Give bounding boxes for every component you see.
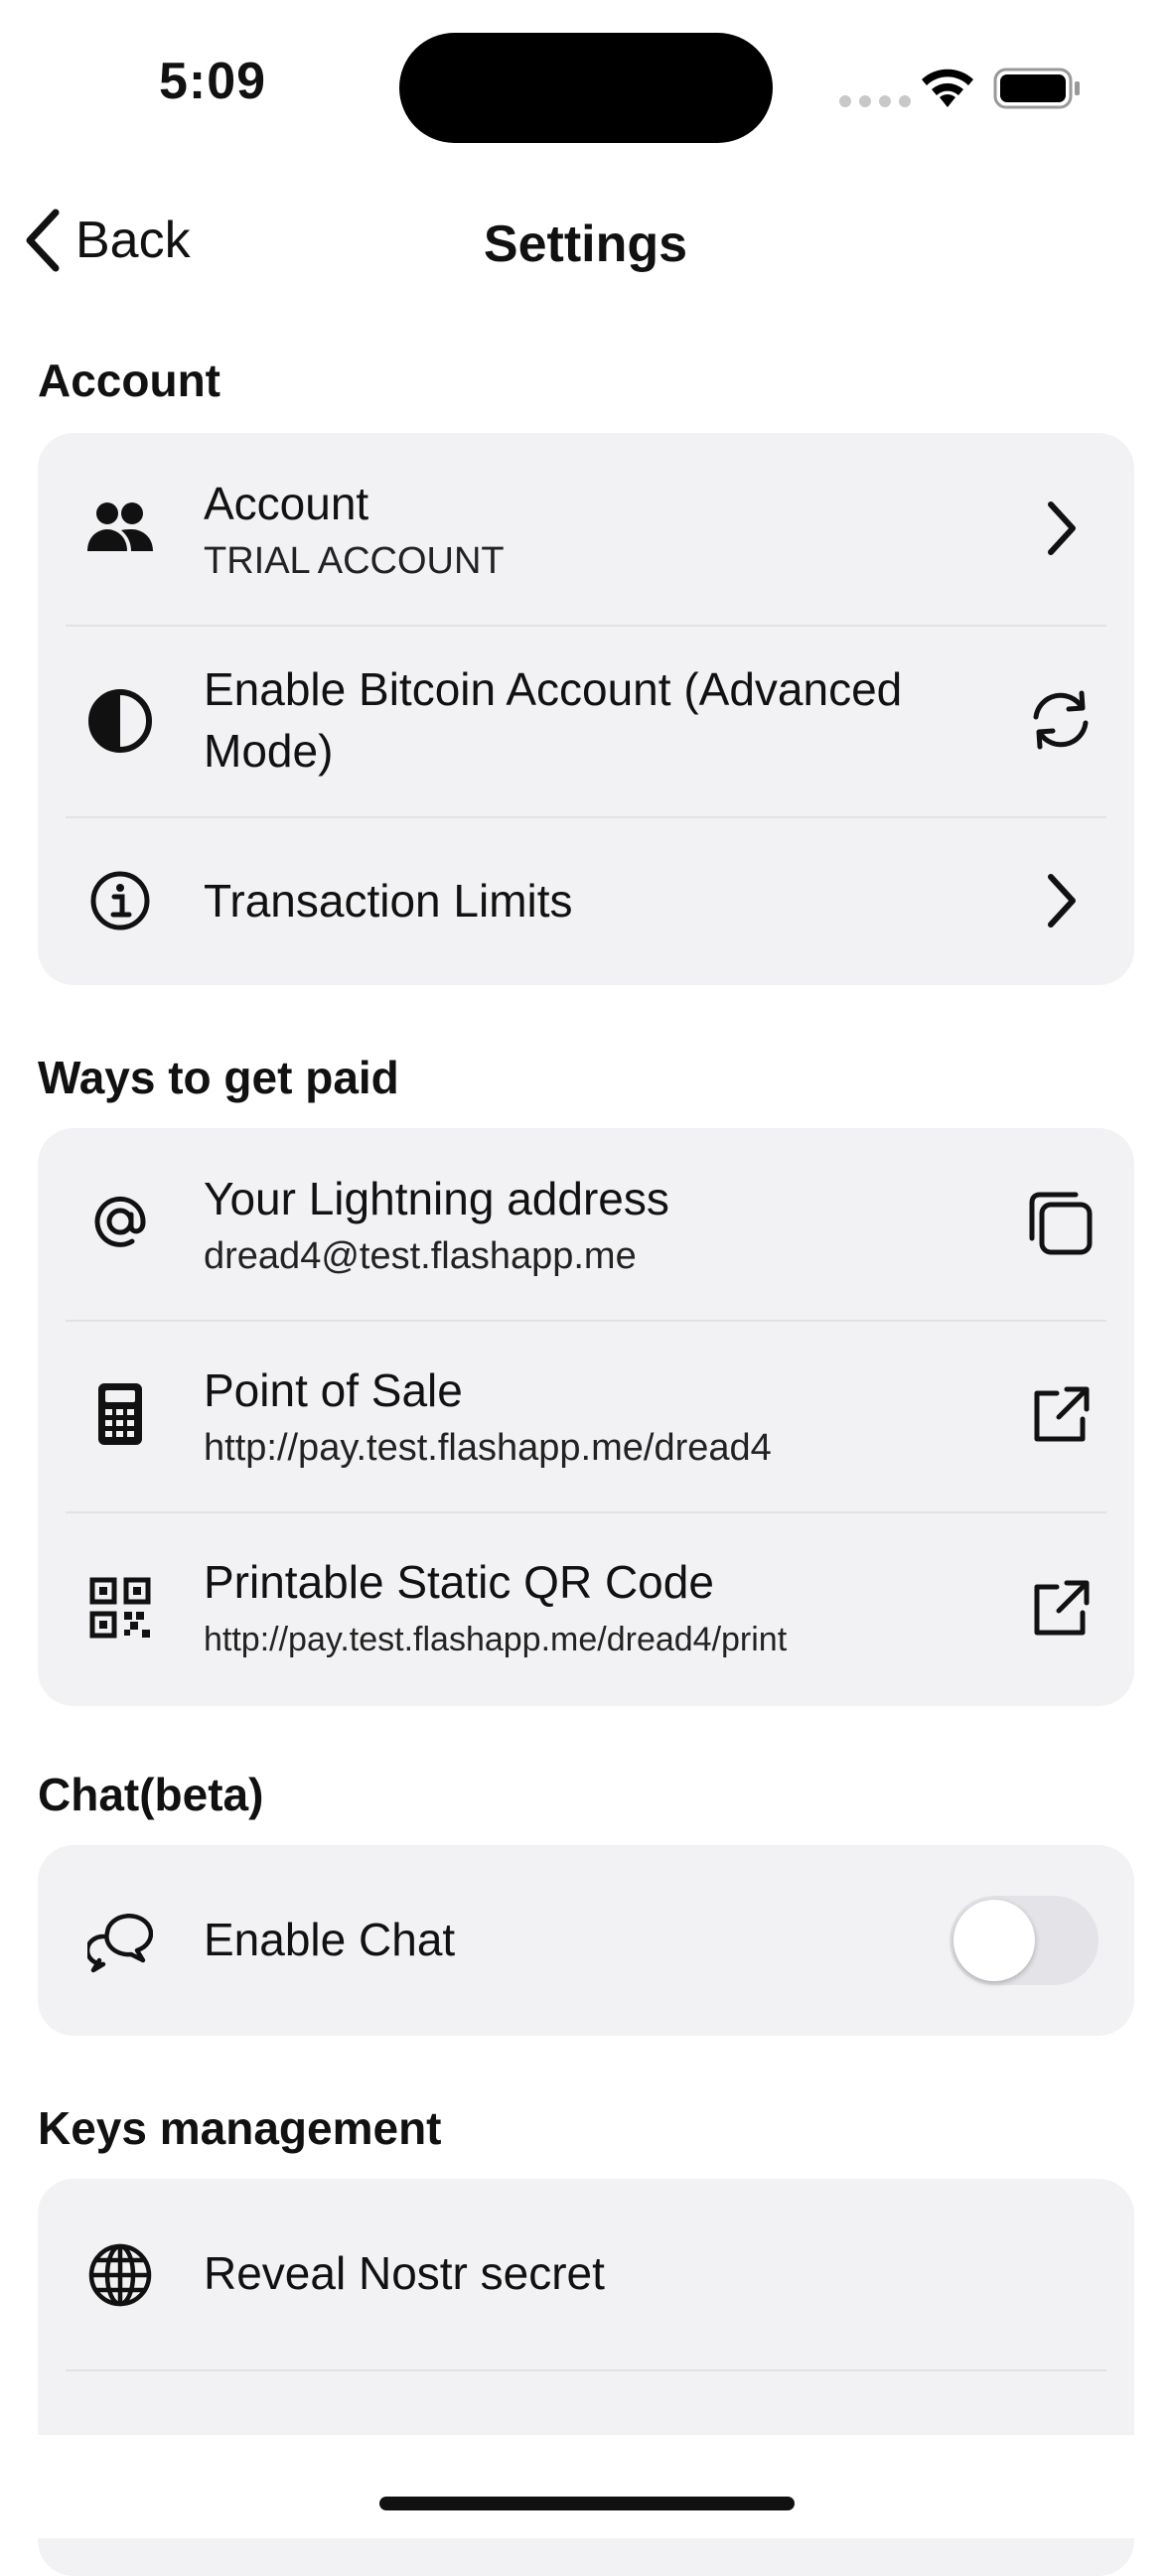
chat-bubbles-icon <box>85 1907 155 1976</box>
external-link-icon[interactable] <box>1021 1569 1100 1648</box>
status-time: 5:09 <box>159 53 267 110</box>
status-bar: 5:09 <box>0 0 1171 179</box>
row-title: Enable Bitcoin Account (Advanced Mode) <box>204 663 903 777</box>
globe-icon <box>85 2240 155 2310</box>
qr-code-icon <box>85 1573 155 1643</box>
row-lightning-address[interactable]: Your Lightning address dread4@test.flash… <box>38 1128 1134 1320</box>
navigation-bar: Back Settings <box>0 189 1171 298</box>
row-enable-bitcoin-account[interactable]: Enable Bitcoin Account (Advanced Mode) <box>38 625 1134 816</box>
calculator-icon <box>85 1379 155 1449</box>
row-title: Your Lightning address <box>204 1173 669 1224</box>
half-circle-icon <box>85 686 155 756</box>
cellular-signal-icon <box>839 95 911 107</box>
row-title: Printable Static QR Code <box>204 1556 714 1608</box>
toggle-knob <box>953 1900 1035 1981</box>
row-title: Point of Sale <box>204 1364 463 1416</box>
chevron-right-icon <box>1021 489 1100 568</box>
bottom-safe-area <box>0 2435 1171 2538</box>
wifi-icon <box>922 69 973 107</box>
section-title-account: Account <box>38 355 220 406</box>
row-subtitle: http://pay.test.flashapp.me/dread4 <box>204 1427 772 1469</box>
row-title: Account <box>204 478 369 529</box>
page-title: Settings <box>483 215 688 273</box>
copy-icon[interactable] <box>1021 1184 1100 1263</box>
external-link-icon[interactable] <box>1021 1375 1100 1455</box>
refresh-icon <box>1021 680 1100 760</box>
battery-icon <box>993 68 1080 109</box>
section-title-chat: Chat(beta) <box>38 1769 264 1820</box>
row-title: Transaction Limits <box>204 875 573 927</box>
at-icon <box>85 1186 155 1255</box>
chevron-right-icon <box>1021 861 1100 940</box>
row-reveal-nostr-secret[interactable]: Reveal Nostr secret <box>38 2179 1134 2369</box>
users-icon <box>85 493 155 562</box>
row-subtitle: TRIAL ACCOUNT <box>204 540 505 582</box>
row-printable-static-qr-code[interactable]: Printable Static QR Code http://pay.test… <box>38 1511 1134 1706</box>
row-subtitle: dread4@test.flashapp.me <box>204 1235 637 1277</box>
info-icon <box>85 866 155 935</box>
ways-to-get-paid-card: Your Lightning address dread4@test.flash… <box>38 1128 1134 1706</box>
chat-card: Enable Chat <box>38 1845 1134 2036</box>
account-card: Account TRIAL ACCOUNT Enable Bitcoin Acc… <box>38 433 1134 985</box>
enable-chat-toggle[interactable] <box>950 1896 1098 1985</box>
row-title: Reveal Nostr secret <box>204 2247 605 2299</box>
row-enable-chat[interactable]: Enable Chat <box>38 1845 1134 2036</box>
row-transaction-limits[interactable]: Transaction Limits <box>38 816 1134 985</box>
row-subtitle: http://pay.test.flashapp.me/dread4/print <box>204 1621 788 1658</box>
dynamic-island <box>399 33 773 143</box>
row-title: Enable Chat <box>204 1914 456 1965</box>
section-title-keys-management: Keys management <box>38 2102 442 2154</box>
row-account[interactable]: Account TRIAL ACCOUNT <box>38 433 1134 625</box>
home-indicator[interactable] <box>379 2497 795 2510</box>
row-point-of-sale[interactable]: Point of Sale http://pay.test.flashapp.m… <box>38 1320 1134 1511</box>
section-title-ways-to-get-paid: Ways to get paid <box>38 1052 399 1103</box>
